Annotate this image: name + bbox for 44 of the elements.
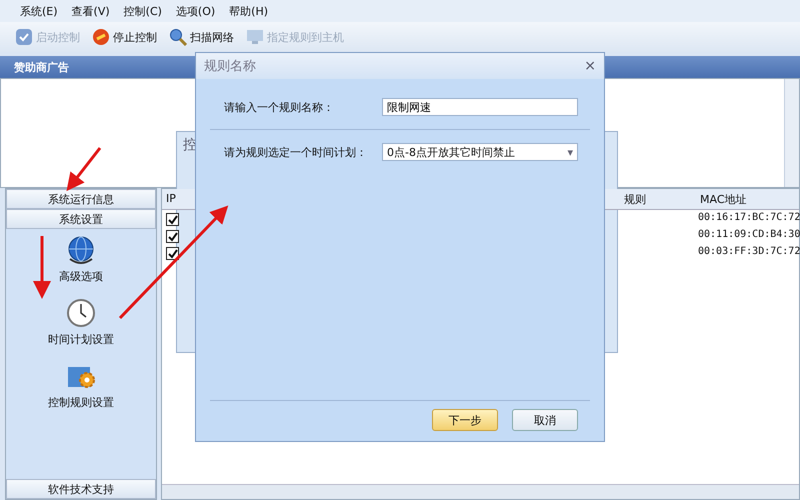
annotation-arrow [66,147,102,192]
table-cell: 00:03:FF:3D:7C:72 [698,246,800,257]
menu-item[interactable]: 选项(O) [176,4,216,18]
column-header[interactable]: IP [166,192,176,205]
monitor-icon [246,28,264,46]
sidebar-footer-button[interactable]: 软件技术支持 [6,479,156,499]
banner-title: 赞助商广告 [14,60,69,74]
sidebar-item-label: 高级选项 [59,269,103,284]
menu-item[interactable]: 帮助(H) [229,4,268,18]
dropdown[interactable]: 0点-8点开放其它时间禁止 ▾ [382,143,578,161]
input-field[interactable]: 限制网速 [382,98,578,116]
check-icon [15,28,33,46]
table-cell: 00:11:09:CD:B4:30 [698,229,800,240]
menu-item[interactable]: 控制(C) [124,4,162,18]
field-label: 请为规则选定一个时间计划： [224,144,368,160]
annotation-arrow [33,236,51,299]
checkbox[interactable] [166,247,179,260]
close-icon[interactable]: × [584,58,596,74]
checkbox[interactable] [166,230,179,243]
menu-item[interactable]: 查看(V) [72,4,110,18]
sidebar-item[interactable]: 时间计划设置 [48,298,114,347]
column-header[interactable]: 规则 [624,192,646,207]
search-icon [169,28,187,46]
dialog-button[interactable]: 取消 [512,409,578,431]
globe-icon [66,235,96,265]
menu-item[interactable]: 系统(E) [20,4,58,18]
column-header[interactable]: MAC地址 [700,192,747,207]
scrollbar[interactable] [162,484,799,499]
sidebar-section-button[interactable]: 系统运行信息 [6,189,156,209]
scrollbar[interactable] [784,79,799,187]
stop-icon [92,28,110,46]
toolbar-button[interactable]: 扫描网络 [166,26,237,48]
sidebar-item-label: 时间计划设置 [48,332,114,347]
checkbox[interactable] [166,213,179,226]
sidebar-item-label: 控制规则设置 [48,395,114,410]
sidebar-section-button[interactable]: 系统设置 [6,209,156,229]
sidebar-item[interactable]: 控制规则设置 [48,361,114,410]
toolbar-button[interactable]: 停止控制 [89,26,160,48]
dialog-title: 规则名称 [204,58,256,75]
sidebar-item[interactable]: 高级选项 [59,235,103,284]
dialog-button[interactable]: 下一步 [432,409,498,431]
field-label: 请输入一个规则名称： [224,100,335,114]
clock-icon [66,298,96,328]
table-cell: 00:16:17:BC:7C:72 [698,212,800,223]
